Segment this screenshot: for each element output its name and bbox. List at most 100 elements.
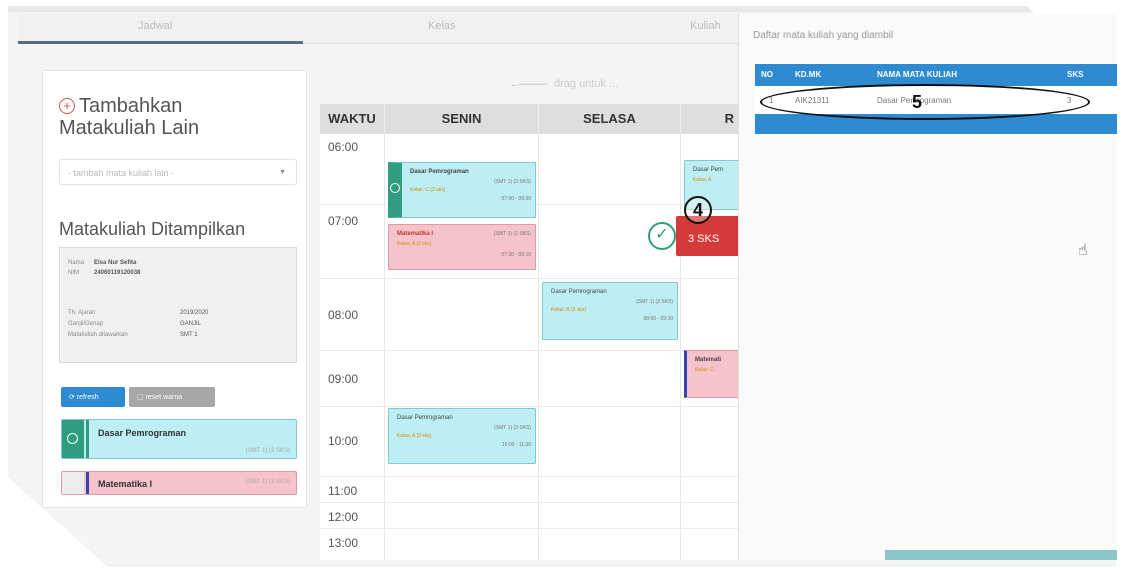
annotation-ellipse [760, 84, 1090, 120]
add-course-select-placeholder: - tambah mata kuliah lain - [68, 168, 175, 178]
row-divider [320, 502, 738, 503]
event-class: Kelas: A (2 sks) [397, 241, 432, 247]
selected-courses-title: Daftar mata kuliah yang diambil [753, 30, 894, 41]
time-1200: 12:00 [328, 510, 359, 524]
event-dasar-pemrograman-senin[interactable]: Dasar Pemrograman (SMT 1) (3 SKS) Kelas:… [388, 162, 536, 218]
event-class: Kelas: C (3 sks) [410, 187, 446, 193]
time-1300: 13:00 [328, 536, 359, 550]
refresh-button[interactable]: ⟳ refresh [61, 387, 125, 407]
row-divider [320, 350, 738, 351]
row-divider [320, 278, 738, 279]
header-selasa: SELASA [538, 104, 680, 134]
time-1100: 11:00 [328, 484, 358, 498]
course-card-matematika[interactable]: Matematika I (SMT 1) (2 SKS) [61, 471, 297, 495]
course-card-dasar-pemrograman[interactable]: Dasar Pemrograman (SMT 1) (3 SKS) [61, 419, 297, 459]
drag-hint: ←——— drag untuk ... [510, 78, 618, 90]
top-tab-bar: Jadwal Kelas Kuliah [18, 14, 738, 44]
event-semester: (SMT 1) (3 SKS) [636, 299, 673, 305]
annotation-step-5: 5 [912, 92, 923, 112]
add-course-select[interactable]: - tambah mata kuliah lain - ▼ [59, 159, 297, 185]
info-label-nama: Nama [68, 260, 85, 266]
time-1000: 10:00 [328, 434, 359, 448]
info-label-semester: Ganjil/Genap [68, 321, 104, 327]
course-color-bar [86, 420, 89, 458]
course-color-bar [86, 472, 89, 494]
time-0600: 06:00 [328, 140, 359, 154]
course-card-name: Dasar Pemrograman [98, 428, 187, 438]
schedule-grid: WAKTU SENIN SELASA R 06:00 07:00 08:00 0… [320, 104, 738, 560]
tab-jadwal[interactable]: Jadwal [138, 20, 172, 32]
event-hours: 07:00 - 09:30 [501, 196, 531, 202]
row-divider [320, 476, 738, 477]
event-title: Dasar Pemrograman [397, 415, 453, 421]
check-circle-icon[interactable] [390, 183, 400, 193]
info-label-tahun: Th. Ajaran [68, 310, 96, 316]
column-nama: NAMA MATA KULIAH [877, 70, 957, 79]
event-title: Dasar Pem [693, 167, 724, 173]
event-dasar-pemrograman-selasa[interactable]: Dasar Pemrograman (SMT 1) (3 SKS) Kelas:… [542, 282, 678, 340]
course-card-meta: (SMT 1) (2 SKS) [245, 479, 290, 485]
column-kdmk: KD.MK [795, 70, 822, 79]
course-card-meta: (SMT 1) (3 SKS) [245, 448, 290, 454]
time-0700: 07:00 [328, 214, 359, 228]
plus-circle-icon[interactable]: + [59, 98, 75, 114]
reset-color-button[interactable]: ▢ reset warna [129, 387, 215, 407]
dragged-course-chip[interactable]: 3 SKS [676, 216, 738, 256]
info-value-nim: 24060119120038 [94, 270, 141, 276]
row-divider [320, 406, 738, 407]
header-senin: SENIN [384, 104, 538, 134]
tab-kelas[interactable]: Kelas [428, 20, 456, 32]
event-class: Kelas: C [695, 367, 714, 373]
event-title: Matematika I [397, 231, 434, 237]
info-label-offered: Matakuliah ditawarkan [68, 332, 128, 338]
header-waktu: WAKTU [320, 104, 384, 134]
event-class: Kelas: B (3 sks) [551, 307, 587, 313]
selected-courses-header: NO KD.MK NAMA MATA KULIAH SKS [755, 64, 1117, 86]
student-info-box: Nama Elsa Nur Sefita NIM 24060119120038 … [59, 247, 297, 363]
reset-color-button-label: reset warna [145, 394, 183, 401]
dragged-course-sks: 3 SKS [688, 233, 720, 245]
annotation-step-4: 4 [684, 196, 712, 224]
time-0900: 09:00 [328, 372, 359, 386]
arrow-left-icon: ←——— [510, 78, 548, 90]
drag-hint-text: drag untuk ... [554, 78, 619, 90]
event-title: Dasar Pemrograman [551, 289, 607, 295]
event-class: Kelas: A (3 sks) [397, 433, 432, 439]
event-dasar-pemrograman-senin-2[interactable]: Dasar Pemrograman (SMT 1) (3 SKS) Kelas:… [388, 408, 536, 464]
info-value-tahun: 2019/2020 [180, 310, 209, 316]
chevron-down-icon: ▼ [279, 169, 286, 176]
event-hours: 08:00 - 09:30 [643, 316, 673, 322]
course-card-name: Matematika I [98, 479, 153, 489]
event-hours: 10:00 - 11:30 [501, 442, 531, 448]
event-class: Kelas: A [693, 177, 712, 183]
course-color-strip [62, 420, 84, 458]
row-divider [320, 528, 738, 529]
info-label-nim: NIM [68, 270, 79, 276]
info-value-semester: GANJIL [180, 321, 202, 327]
add-course-title-text: Tambahkan Matakuliah Lain [59, 95, 200, 139]
course-color-strip [62, 472, 84, 494]
info-value-nama: Elsa Nur Sefita [94, 260, 137, 266]
check-circle-icon[interactable]: ✓ [648, 222, 676, 250]
column-divider [680, 134, 681, 560]
event-semester: (SMT 1) (3 SKS) [494, 425, 531, 431]
event-title: Dasar Pemrograman [410, 169, 469, 175]
hand-cursor-icon: ☝ [1078, 242, 1088, 259]
add-course-title: + Tambahkan Matakuliah Lain [59, 95, 279, 139]
left-panel: + Tambahkan Matakuliah Lain - tambah mata… [42, 70, 307, 508]
column-divider [538, 134, 539, 560]
check-circle-icon[interactable] [67, 433, 78, 444]
column-sks: SKS [1067, 70, 1084, 79]
active-tab-indicator [18, 41, 303, 44]
shown-courses-title: Matakuliah Ditampilkan [59, 219, 246, 239]
info-value-offered: SMT 1 [180, 332, 198, 338]
time-0800: 08:00 [328, 308, 359, 322]
event-matematika-rabu[interactable]: Matemati Kelas: C [684, 350, 738, 398]
tab-kuliah[interactable]: Kuliah [690, 20, 721, 32]
header-rabu: R [680, 104, 738, 134]
event-title: Matemati [695, 357, 722, 363]
window-edge [8, 6, 1116, 12]
bottom-action-bar[interactable] [885, 550, 1117, 560]
event-semester: (SMT 1) (2 SKS) [494, 231, 531, 237]
event-matematika-senin[interactable]: Matematika I (SMT 1) (2 SKS) Kelas: A (2… [388, 224, 536, 270]
